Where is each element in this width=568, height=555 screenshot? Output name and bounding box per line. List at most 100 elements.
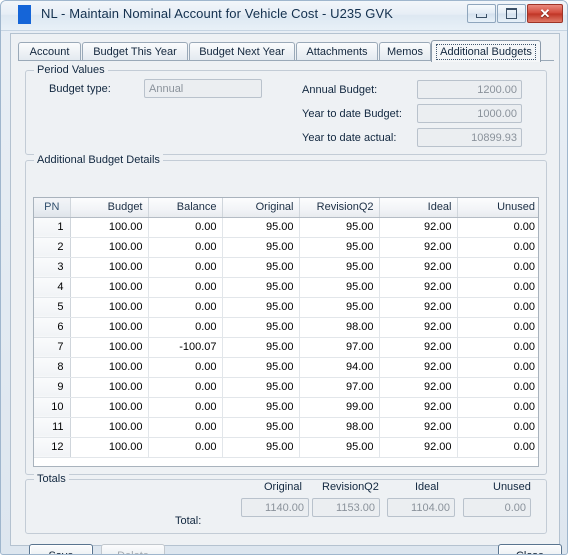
- cell-unused[interactable]: 0.00: [457, 237, 538, 258]
- cell-budget[interactable]: 100.00: [70, 317, 149, 338]
- total-ideal-field[interactable]: 1104.00: [387, 498, 455, 517]
- cell-ideal[interactable]: 92.00: [379, 437, 458, 458]
- total-original-field[interactable]: 1140.00: [241, 498, 309, 517]
- column-header-pn[interactable]: PN: [34, 198, 71, 218]
- title-bar[interactable]: NL - Maintain Nominal Account for Vehicl…: [1, 1, 567, 31]
- column-header-budget[interactable]: Budget: [70, 198, 149, 218]
- table-row[interactable]: 8 100.00 0.00 95.00 94.00 92.00 0.00: [34, 357, 538, 378]
- cell-pn[interactable]: 2: [34, 237, 71, 258]
- cell-pn[interactable]: 11: [34, 417, 71, 438]
- cell-ideal[interactable]: 92.00: [379, 257, 458, 278]
- cell-unused[interactable]: 0.00: [457, 337, 538, 358]
- cell-ideal[interactable]: 92.00: [379, 337, 458, 358]
- cell-revisionq2[interactable]: 98.00: [299, 417, 380, 438]
- budget-details-grid[interactable]: PN Budget Balance Original RevisionQ2 Id…: [33, 197, 539, 467]
- cell-budget[interactable]: 100.00: [70, 337, 149, 358]
- cell-unused[interactable]: 0.00: [457, 317, 538, 338]
- cell-original[interactable]: 95.00: [222, 437, 300, 458]
- cell-budget[interactable]: 100.00: [70, 437, 149, 458]
- cell-unused[interactable]: 0.00: [457, 217, 538, 238]
- cell-balance[interactable]: 0.00: [148, 277, 223, 298]
- table-row[interactable]: 5 100.00 0.00 95.00 95.00 92.00 0.00: [34, 297, 538, 318]
- tab-budget-this-year[interactable]: Budget This Year: [82, 42, 188, 61]
- cell-ideal[interactable]: 92.00: [379, 417, 458, 438]
- column-header-revisionq2[interactable]: RevisionQ2: [299, 198, 380, 218]
- cell-original[interactable]: 95.00: [222, 317, 300, 338]
- cell-balance[interactable]: 0.00: [148, 397, 223, 418]
- cell-budget[interactable]: 100.00: [70, 377, 149, 398]
- cell-balance[interactable]: 0.00: [148, 257, 223, 278]
- table-row[interactable]: 10 100.00 0.00 95.00 99.00 92.00 0.00: [34, 397, 538, 418]
- cell-pn[interactable]: 12: [34, 437, 71, 458]
- cell-original[interactable]: 95.00: [222, 337, 300, 358]
- cell-pn[interactable]: 4: [34, 277, 71, 298]
- cell-unused[interactable]: 0.00: [457, 297, 538, 318]
- cell-pn[interactable]: 5: [34, 297, 71, 318]
- ytd-actual-field[interactable]: 10899.93: [417, 128, 522, 147]
- table-row[interactable]: 6 100.00 0.00 95.00 98.00 92.00 0.00: [34, 317, 538, 338]
- cell-balance[interactable]: 0.00: [148, 237, 223, 258]
- cell-revisionq2[interactable]: 95.00: [299, 217, 380, 238]
- cell-unused[interactable]: 0.00: [457, 377, 538, 398]
- cell-original[interactable]: 95.00: [222, 217, 300, 238]
- cell-balance[interactable]: 0.00: [148, 317, 223, 338]
- maximize-button[interactable]: [497, 4, 526, 23]
- column-header-unused[interactable]: Unused: [457, 198, 538, 218]
- cell-unused[interactable]: 0.00: [457, 437, 538, 458]
- cell-pn[interactable]: 6: [34, 317, 71, 338]
- cell-ideal[interactable]: 92.00: [379, 297, 458, 318]
- cell-original[interactable]: 95.00: [222, 257, 300, 278]
- cell-revisionq2[interactable]: 95.00: [299, 277, 380, 298]
- ytd-budget-field[interactable]: 1000.00: [417, 104, 522, 123]
- cell-pn[interactable]: 1: [34, 217, 71, 238]
- minimize-button[interactable]: [467, 4, 496, 23]
- cell-revisionq2[interactable]: 98.00: [299, 317, 380, 338]
- table-row[interactable]: 11 100.00 0.00 95.00 98.00 92.00 0.00: [34, 417, 538, 438]
- cell-revisionq2[interactable]: 95.00: [299, 257, 380, 278]
- tab-budget-next-year[interactable]: Budget Next Year: [189, 42, 295, 61]
- cell-budget[interactable]: 100.00: [70, 397, 149, 418]
- cell-balance[interactable]: 0.00: [148, 437, 223, 458]
- cell-balance[interactable]: -100.07: [148, 337, 223, 358]
- cell-budget[interactable]: 100.00: [70, 417, 149, 438]
- cell-budget[interactable]: 100.00: [70, 277, 149, 298]
- cell-unused[interactable]: 0.00: [457, 277, 538, 298]
- cell-balance[interactable]: 0.00: [148, 217, 223, 238]
- cell-revisionq2[interactable]: 95.00: [299, 437, 380, 458]
- cell-revisionq2[interactable]: 95.00: [299, 237, 380, 258]
- cell-unused[interactable]: 0.00: [457, 397, 538, 418]
- cell-ideal[interactable]: 92.00: [379, 277, 458, 298]
- cell-ideal[interactable]: 92.00: [379, 317, 458, 338]
- cell-budget[interactable]: 100.00: [70, 297, 149, 318]
- cell-original[interactable]: 95.00: [222, 417, 300, 438]
- cell-revisionq2[interactable]: 94.00: [299, 357, 380, 378]
- cell-revisionq2[interactable]: 95.00: [299, 297, 380, 318]
- close-button[interactable]: ✕: [527, 4, 563, 23]
- cell-original[interactable]: 95.00: [222, 377, 300, 398]
- column-header-original[interactable]: Original: [222, 198, 300, 218]
- cell-original[interactable]: 95.00: [222, 357, 300, 378]
- cell-budget[interactable]: 100.00: [70, 357, 149, 378]
- cell-balance[interactable]: 0.00: [148, 297, 223, 318]
- table-row[interactable]: 3 100.00 0.00 95.00 95.00 92.00 0.00: [34, 257, 538, 278]
- cell-ideal[interactable]: 92.00: [379, 397, 458, 418]
- cell-original[interactable]: 95.00: [222, 277, 300, 298]
- table-row[interactable]: 2 100.00 0.00 95.00 95.00 92.00 0.00: [34, 237, 538, 258]
- cell-ideal[interactable]: 92.00: [379, 237, 458, 258]
- cell-original[interactable]: 95.00: [222, 237, 300, 258]
- save-button[interactable]: Save: [29, 544, 93, 554]
- tab-account[interactable]: Account: [18, 42, 81, 61]
- table-row[interactable]: 1 100.00 0.00 95.00 95.00 92.00 0.00: [34, 217, 538, 238]
- cell-unused[interactable]: 0.00: [457, 417, 538, 438]
- table-row[interactable]: 9 100.00 0.00 95.00 97.00 92.00 0.00: [34, 377, 538, 398]
- table-row[interactable]: 4 100.00 0.00 95.00 95.00 92.00 0.00: [34, 277, 538, 298]
- cell-ideal[interactable]: 92.00: [379, 217, 458, 238]
- tab-memos[interactable]: Memos: [379, 42, 431, 61]
- tab-attachments[interactable]: Attachments: [296, 42, 378, 61]
- cell-ideal[interactable]: 92.00: [379, 377, 458, 398]
- cell-original[interactable]: 95.00: [222, 397, 300, 418]
- budget-type-field[interactable]: Annual: [144, 79, 262, 98]
- annual-budget-field[interactable]: 1200.00: [417, 80, 522, 99]
- cell-pn[interactable]: 10: [34, 397, 71, 418]
- cell-balance[interactable]: 0.00: [148, 357, 223, 378]
